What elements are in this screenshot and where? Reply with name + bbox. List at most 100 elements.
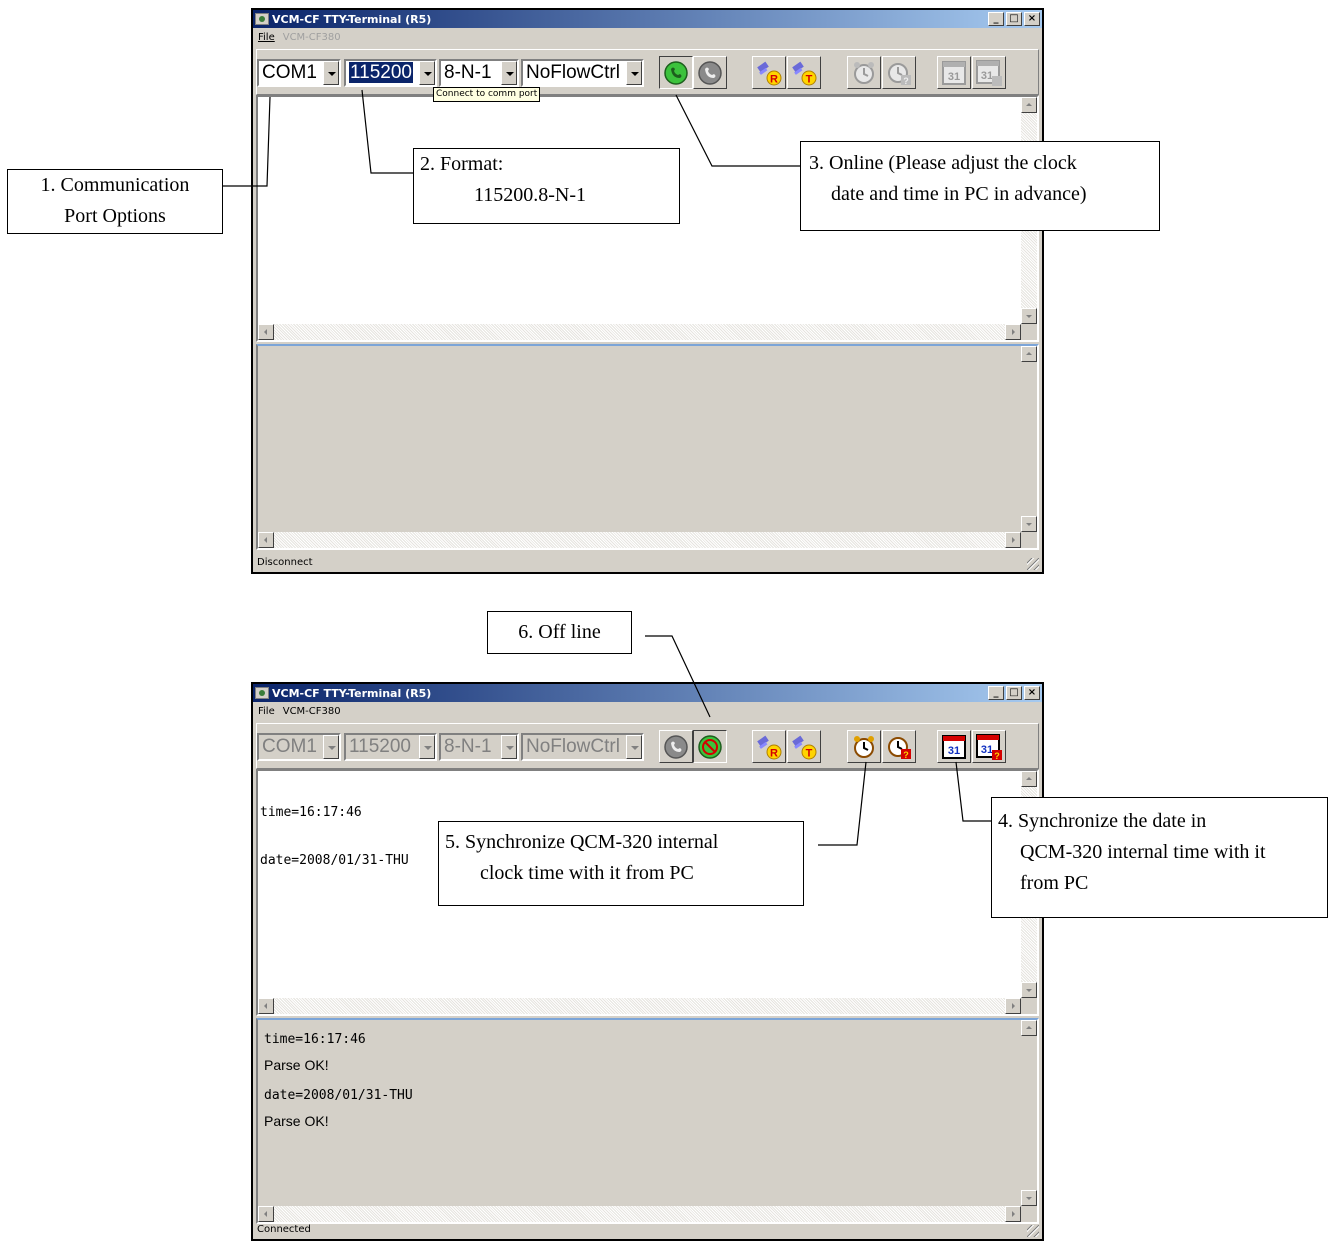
com-port-select[interactable]: COM1 — [257, 733, 341, 761]
baud-rate-select[interactable]: 115200 — [344, 59, 437, 87]
resize-grip-icon[interactable] — [1027, 558, 1039, 570]
title-bar: VCM-CF TTY-Terminal (R5) _ □ × — [253, 10, 1042, 28]
alarm-clock-query-icon: ? — [888, 62, 911, 86]
transmit-button[interactable]: T — [787, 730, 821, 763]
clock-query-button[interactable]: ? — [882, 730, 916, 763]
scroll-up-icon[interactable] — [1021, 771, 1037, 787]
scroll-down-icon[interactable] — [1021, 308, 1037, 324]
menu-bar: File VCM-CF380 — [253, 703, 1042, 720]
menu-vcm[interactable]: VCM-CF380 — [283, 706, 341, 717]
format-select[interactable]: 8-N-1 — [439, 733, 519, 761]
maximize-button[interactable]: □ — [1006, 686, 1022, 700]
scroll-right-icon[interactable] — [1005, 324, 1021, 340]
format-select[interactable]: 8-N-1 — [439, 59, 519, 87]
callout-online: 3. Online (Please adjust the clock date … — [800, 141, 1160, 231]
menu-file[interactable]: File — [258, 32, 275, 43]
callout-offline: 6. Off line — [487, 611, 632, 654]
flow-control-select[interactable]: NoFlowCtrl — [521, 59, 644, 87]
date-query-button[interactable]: 31 ? — [972, 730, 1006, 763]
scroll-left-icon[interactable] — [258, 1206, 274, 1222]
log-line: date=2008/01/31-THU — [264, 1088, 413, 1103]
scroll-right-icon[interactable] — [1005, 998, 1021, 1014]
disconnect-button[interactable] — [693, 730, 727, 763]
scroll-right-icon[interactable] — [1005, 532, 1021, 548]
callout-text: 4. Synchronize the date in — [998, 810, 1207, 832]
date-sync-button[interactable]: 31 — [937, 730, 971, 763]
alarm-clock-icon — [854, 61, 874, 84]
menu-file[interactable]: File — [258, 706, 275, 717]
receive-button[interactable]: R — [752, 730, 786, 763]
scroll-up-icon[interactable] — [1021, 1020, 1037, 1036]
menu-vcm[interactable]: VCM-CF380 — [283, 32, 341, 43]
svg-text:31: 31 — [948, 71, 960, 83]
callout-text: 3. Online (Please adjust the clock — [809, 152, 1077, 174]
format-value: 8-N-1 — [444, 736, 492, 757]
log-line: Parse OK! — [264, 1113, 329, 1129]
minimize-button[interactable]: _ — [988, 12, 1004, 26]
horizontal-scrollbar[interactable] — [258, 998, 1021, 1014]
chevron-down-icon[interactable] — [323, 735, 339, 759]
scroll-up-icon[interactable] — [1021, 97, 1037, 113]
clock-query-button[interactable]: ? — [882, 56, 916, 89]
flow-control-select[interactable]: NoFlowCtrl — [521, 733, 644, 761]
menu-bar: File VCM-CF380 — [253, 29, 1042, 46]
receive-R-icon: R — [757, 61, 782, 85]
terminal-line: date=2008/01/31-THU — [260, 853, 409, 868]
horizontal-scrollbar[interactable] — [258, 1206, 1021, 1222]
clock-sync-button[interactable] — [847, 56, 881, 89]
scroll-corner — [1021, 998, 1037, 1014]
vertical-scrollbar[interactable] — [1021, 1020, 1037, 1206]
date-query-button[interactable]: 31 — [972, 56, 1006, 89]
chevron-down-icon[interactable] — [323, 61, 339, 85]
callout-text: date and time in PC in advance) — [831, 183, 1087, 205]
log-pane[interactable] — [256, 344, 1039, 550]
svg-text:?: ? — [903, 76, 909, 86]
callout-text: 115200.8-N-1 — [474, 184, 587, 206]
chevron-down-icon[interactable] — [501, 61, 517, 85]
connect-button[interactable] — [659, 730, 693, 763]
app-icon — [255, 13, 269, 25]
status-bar: Connected — [255, 1222, 1040, 1238]
resize-grip-icon[interactable] — [1027, 1225, 1039, 1237]
scroll-down-icon[interactable] — [1021, 516, 1037, 532]
transmit-T-icon: T — [792, 61, 817, 85]
maximize-button[interactable]: □ — [1006, 12, 1022, 26]
terminal-window-offline: VCM-CF TTY-Terminal (R5) _ □ × File VCM-… — [251, 8, 1044, 574]
receive-button[interactable]: R — [752, 56, 786, 89]
date-sync-button[interactable]: 31 — [937, 56, 971, 89]
chevron-down-icon[interactable] — [626, 735, 642, 759]
vertical-scrollbar[interactable] — [1021, 346, 1037, 532]
chevron-down-icon[interactable] — [419, 735, 435, 759]
callout-text: clock time with it from PC — [480, 862, 694, 884]
close-button[interactable]: × — [1024, 12, 1040, 26]
status-text: Disconnect — [257, 557, 313, 568]
clock-sync-button[interactable] — [847, 730, 881, 763]
disconnect-phone-icon — [698, 734, 722, 759]
scroll-corner — [1021, 1206, 1037, 1222]
horizontal-scrollbar[interactable] — [258, 532, 1021, 548]
close-button[interactable]: × — [1024, 686, 1040, 700]
minimize-button[interactable]: _ — [988, 686, 1004, 700]
disconnect-button[interactable] — [693, 56, 727, 89]
callout-date-sync: 4. Synchronize the date in QCM-320 inter… — [991, 797, 1328, 918]
scroll-down-icon[interactable] — [1021, 1190, 1037, 1206]
disconnect-phone-icon — [698, 60, 722, 85]
chevron-down-icon[interactable] — [501, 735, 517, 759]
connect-button[interactable] — [659, 56, 693, 89]
transmit-button[interactable]: T — [787, 56, 821, 89]
connect-phone-icon — [664, 734, 688, 759]
chevron-down-icon[interactable] — [419, 61, 435, 85]
scroll-left-icon[interactable] — [258, 324, 274, 340]
baud-rate-select[interactable]: 115200 — [344, 733, 437, 761]
window-title: VCM-CF TTY-Terminal (R5) — [272, 686, 432, 700]
horizontal-scrollbar[interactable] — [258, 324, 1021, 340]
scroll-left-icon[interactable] — [258, 532, 274, 548]
com-port-select[interactable]: COM1 — [257, 59, 341, 87]
scroll-left-icon[interactable] — [258, 998, 274, 1014]
scroll-down-icon[interactable] — [1021, 982, 1037, 998]
calendar-31-icon: 31 — [942, 60, 966, 85]
scroll-up-icon[interactable] — [1021, 346, 1037, 362]
scroll-right-icon[interactable] — [1005, 1206, 1021, 1222]
log-pane[interactable]: time=16:17:46 Parse OK! date=2008/01/31-… — [256, 1018, 1039, 1224]
chevron-down-icon[interactable] — [626, 61, 642, 85]
